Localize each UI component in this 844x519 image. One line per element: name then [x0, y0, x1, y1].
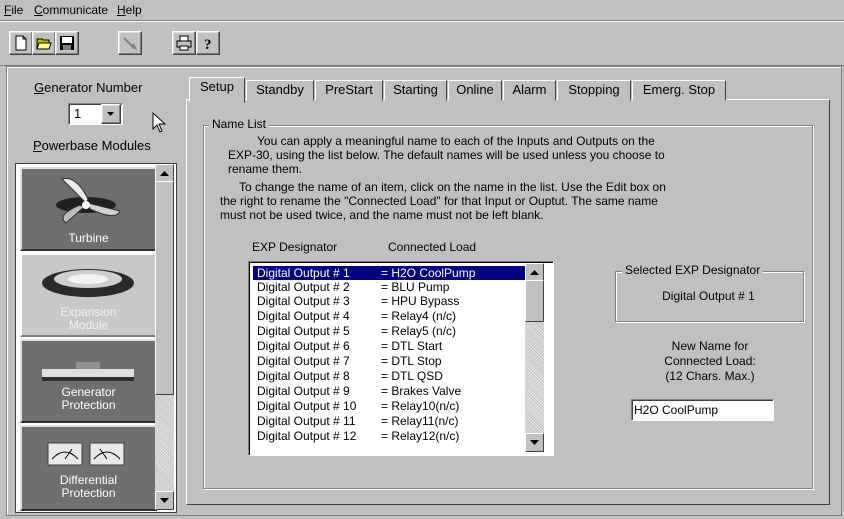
tab-alarm[interactable]: Alarm	[503, 80, 556, 101]
module-generator-protection[interactable]: Generator Protection	[20, 339, 157, 423]
help-icon[interactable]: ?	[196, 31, 220, 55]
new-name-label: New Name for Connected Load: (12 Chars. …	[664, 339, 756, 383]
chevron-down-icon[interactable]	[101, 104, 121, 124]
expansion-module-icon	[42, 269, 134, 297]
module-expansion-label-1: Expansion	[60, 305, 117, 319]
list-item[interactable]: Digital Output # 7 = DTL Stop	[253, 354, 531, 368]
module-list: Turbine Expansion Module Generator Prote…	[15, 163, 177, 513]
list-item[interactable]: Digital Output # 3 = HPU Bypass	[253, 294, 531, 308]
designator-listbox[interactable]: Digital Output # 1 = H2O CoolPump Digital…	[248, 261, 554, 456]
name-list-title: Name List	[209, 117, 270, 131]
menu-bar: File Communicate Help	[0, 0, 844, 21]
turbine-icon	[56, 177, 121, 224]
connect-icon[interactable]	[118, 31, 142, 55]
tab-setup[interactable]: Setup	[189, 77, 245, 103]
list-item[interactable]: Digital Output # 6 = DTL Start	[253, 339, 531, 353]
list-item[interactable]: Digital Output # 5 = Relay5 (n/c)	[253, 324, 531, 338]
list-item[interactable]: Digital Output # 4 = Relay4 (n/c)	[253, 309, 531, 323]
mouse-cursor-icon	[152, 112, 166, 133]
module-turbine-label: Turbine	[68, 231, 109, 245]
module-generator-protection-label-1: Generator	[61, 385, 116, 399]
tab-stopping[interactable]: Stopping	[557, 80, 631, 101]
tab-online[interactable]: Online	[448, 80, 502, 101]
module-expansion-label-2: Module	[68, 318, 109, 332]
module-differential-protection-label-2: Protection	[61, 486, 116, 500]
svg-text:?: ?	[204, 37, 212, 51]
generator-number-value: 1	[74, 106, 82, 121]
list-item[interactable]: Digital Output # 12 = Relay12(n/c)	[253, 429, 531, 443]
list-item[interactable]: Digital Output # 2 = BLU Pump	[253, 280, 531, 294]
menu-communicate[interactable]: Communicate	[34, 3, 108, 17]
scroll-down-icon[interactable]	[155, 491, 174, 510]
instructions-paragraph-2: To change the name of an item, click on …	[220, 180, 666, 222]
list-item[interactable]: Digital Output # 11 = Relay11(n/c)	[253, 414, 531, 428]
menu-help[interactable]: Help	[117, 3, 142, 17]
column-header-designator: EXP Designator	[252, 240, 338, 254]
differential-protection-icon	[47, 442, 125, 466]
selected-designator-title: Selected EXP Designator	[622, 263, 764, 277]
generator-protection-icon	[42, 362, 134, 381]
tab-standby[interactable]: Standby	[246, 80, 314, 101]
tab-starting[interactable]: Starting	[384, 80, 447, 101]
list-item[interactable]: Digital Output # 8 = DTL QSD	[253, 369, 531, 383]
generator-number-label: Generator Number	[34, 80, 143, 95]
list-item[interactable]: Digital Output # 1 = H2O CoolPump	[253, 266, 531, 280]
tab-emerg-stop[interactable]: Emerg. Stop	[632, 80, 726, 101]
scroll-down-icon[interactable]	[525, 433, 544, 452]
module-expansion[interactable]: Expansion Module	[20, 253, 157, 337]
module-generator-protection-label-2: Protection	[61, 398, 116, 412]
instructions-paragraph-1: You can apply a meaningful name to each …	[228, 134, 665, 176]
module-differential-protection-label-1: Differential	[59, 473, 118, 487]
toolbar: ?	[0, 21, 844, 66]
new-name-input[interactable]	[634, 401, 768, 418]
print-icon[interactable]	[172, 31, 196, 55]
list-item[interactable]: Digital Output # 10 = Relay10(n/c)	[253, 399, 531, 413]
powerbase-modules-label: Powerbase Modules	[33, 138, 151, 153]
open-folder-icon[interactable]	[32, 31, 56, 55]
save-disk-icon[interactable]	[55, 31, 79, 55]
column-header-connected-load: Connected Load	[388, 240, 477, 254]
module-differential-protection[interactable]: Differential Protection	[20, 425, 157, 511]
menu-file[interactable]: File	[4, 3, 23, 17]
module-list-scrollbar[interactable]	[155, 164, 174, 510]
listbox-scroll-thumb[interactable]	[525, 280, 544, 322]
module-turbine[interactable]: Turbine	[20, 167, 157, 251]
new-document-icon[interactable]	[9, 31, 33, 55]
list-item[interactable]: Digital Output # 9 = Brakes Valve	[253, 384, 531, 398]
new-name-field[interactable]	[631, 399, 774, 421]
module-scroll-thumb[interactable]	[155, 181, 174, 395]
listbox-scrollbar[interactable]	[525, 263, 544, 452]
selected-designator-value: Digital Output # 1	[662, 289, 755, 303]
tab-prestart[interactable]: PreStart	[315, 80, 383, 101]
